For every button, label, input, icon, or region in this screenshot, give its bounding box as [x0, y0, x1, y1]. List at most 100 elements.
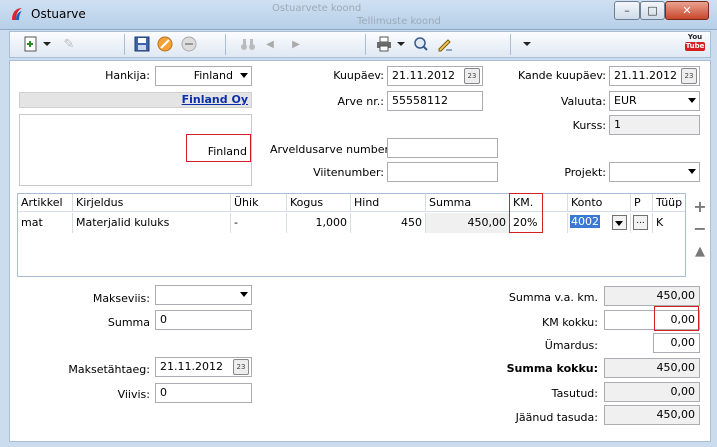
chevron-down-icon [688, 169, 696, 174]
youtube-top-text: You [687, 33, 703, 41]
chevron-down-icon [240, 292, 248, 297]
cell-hind[interactable]: 450 [351, 213, 426, 233]
table-row[interactable]: mat Materjalid kuluks - 1,000 450 450,00… [18, 213, 685, 233]
konto-value: 4002 [570, 215, 600, 228]
valuuta-select[interactable]: EUR [609, 91, 700, 111]
preview-icon[interactable] [412, 35, 430, 53]
viivis-label: Viivis: [117, 388, 150, 401]
col-hind[interactable]: Hind [351, 194, 426, 211]
konto-dropdown[interactable] [612, 215, 627, 230]
close-button[interactable]: ✕ [665, 1, 709, 20]
cancel-icon[interactable] [156, 35, 174, 53]
chevron-down-icon [688, 98, 696, 103]
cell-kogus[interactable]: 1,000 [287, 213, 351, 233]
app-logo-icon [9, 6, 25, 22]
makseviis-label: Makseviis: [92, 292, 150, 305]
remove-row-icon[interactable]: − [692, 219, 708, 238]
summa-field[interactable]: 0 [155, 310, 252, 330]
arveldusarve-field[interactable] [387, 138, 498, 158]
kuupaev-field[interactable]: 21.11.2012 23 [387, 66, 483, 86]
hankija-label: Hankija: [105, 69, 150, 82]
summa-kokku-field: 450,00 [604, 358, 700, 378]
toolbar-separator [365, 34, 366, 55]
kurss-field: 1 [609, 115, 700, 135]
cell-konto[interactable]: 4002 [568, 213, 631, 233]
cell-artikkel[interactable]: mat [18, 213, 73, 233]
jaanud-tasuda-label: Jäänud tasuda: [515, 411, 598, 424]
calendar-icon[interactable]: 23 [464, 68, 480, 84]
summa-vak-label: Summa v.a. km. [508, 291, 598, 304]
kuupaev-value: 21.11.2012 [392, 69, 455, 82]
summa-label: Summa [107, 316, 150, 329]
supplier-link[interactable]: Finland Oy [182, 93, 248, 106]
col-kirjeldus[interactable]: Kirjeldus [73, 194, 231, 211]
minimize-button[interactable]: – [614, 1, 640, 20]
calendar-icon[interactable]: 23 [233, 359, 249, 375]
kande-kuupaev-label: Kande kuupäev: [517, 69, 606, 82]
summa-vak-field: 450,00 [604, 286, 700, 306]
add-row-icon[interactable]: + [692, 197, 708, 216]
print-icon[interactable] [375, 35, 393, 53]
umardus-label: Ümardus: [544, 339, 598, 352]
youtube-bottom-text: Tube [685, 42, 705, 51]
prev-icon: ◀ [266, 38, 274, 50]
hankija-value: Finland [193, 69, 233, 82]
calendar-icon[interactable]: 23 [681, 68, 697, 84]
chevron-down-icon [240, 73, 248, 78]
cell-summa: 450,00 [426, 213, 510, 233]
toolbar-separator [225, 34, 226, 55]
toolbar [9, 31, 711, 58]
valuuta-label: Valuuta: [560, 95, 606, 108]
maximize-button[interactable]: □ [640, 1, 665, 20]
signature-icon[interactable] [436, 35, 454, 53]
km-kokku-label: KM kokku: [542, 316, 598, 329]
tasutud-field: 0,00 [604, 382, 700, 402]
km-kokku-highlight [654, 306, 699, 331]
cell-uhik[interactable]: - [231, 213, 287, 233]
arveldusarve-label: Arveldusarve number: [270, 143, 393, 156]
col-tuup[interactable]: Tüüp [653, 194, 685, 211]
kande-kuupaev-field[interactable]: 21.11.2012 23 [609, 66, 700, 86]
maksetahtaeg-field[interactable]: 21.11.2012 23 [155, 357, 252, 377]
next-icon: ▶ [292, 38, 300, 50]
delete-icon [180, 35, 198, 53]
supplier-country: Finland [186, 134, 251, 162]
kande-kuupaev-value: 21.11.2012 [614, 69, 677, 82]
new-dropdown-icon[interactable] [43, 42, 51, 46]
youtube-icon[interactable]: You Tube [685, 33, 705, 55]
kurss-label: Kurss: [572, 119, 606, 132]
viitenumber-label: Viitenumber: [313, 166, 384, 179]
cell-kirjeldus[interactable]: Materjalid kuluks [73, 213, 231, 233]
hankija-select[interactable]: Finland [155, 66, 252, 86]
viitenumber-field[interactable] [387, 162, 498, 182]
col-artikkel[interactable]: Artikkel [18, 194, 73, 211]
umardus-field[interactable]: 0,00 [653, 333, 700, 353]
makseviis-select[interactable] [155, 285, 252, 305]
save-icon[interactable] [133, 35, 151, 53]
col-kogus[interactable]: Kogus [287, 194, 351, 211]
col-summa[interactable]: Summa [426, 194, 510, 211]
cell-tuup[interactable]: K [653, 213, 685, 233]
col-uhik[interactable]: Ühik [231, 194, 287, 211]
valuuta-value: EUR [614, 94, 637, 107]
arve-nr-field[interactable]: 55558112 [387, 91, 483, 111]
move-up-icon[interactable]: ▲ [692, 243, 708, 259]
supplier-name-bar: Finland Oy [19, 92, 252, 108]
maksetahtaeg-value: 21.11.2012 [160, 360, 223, 373]
cell-p[interactable]: ... [631, 213, 653, 233]
background-window-title-2: Tellimuste koond [357, 16, 441, 27]
ellipsis-button[interactable]: ... [633, 215, 648, 230]
maksetahtaeg-label: Maksetähtaeg: [68, 363, 150, 376]
col-konto[interactable]: Konto [568, 194, 631, 211]
summa-kokku-label: Summa kokku: [506, 362, 598, 375]
print-dropdown-icon[interactable] [397, 42, 405, 46]
kuupaev-label: Kuupäev: [333, 69, 384, 82]
chevron-down-icon [615, 221, 623, 226]
items-grid: Artikkel Kirjeldus Ühik Kogus Hind Summa… [17, 193, 686, 277]
more-dropdown-icon[interactable] [523, 42, 531, 46]
viivis-field[interactable]: 0 [155, 383, 252, 403]
edit-icon: ✎ [63, 36, 75, 52]
projekt-select[interactable] [609, 162, 700, 182]
new-icon[interactable] [22, 35, 40, 53]
col-p[interactable]: P [631, 194, 653, 211]
